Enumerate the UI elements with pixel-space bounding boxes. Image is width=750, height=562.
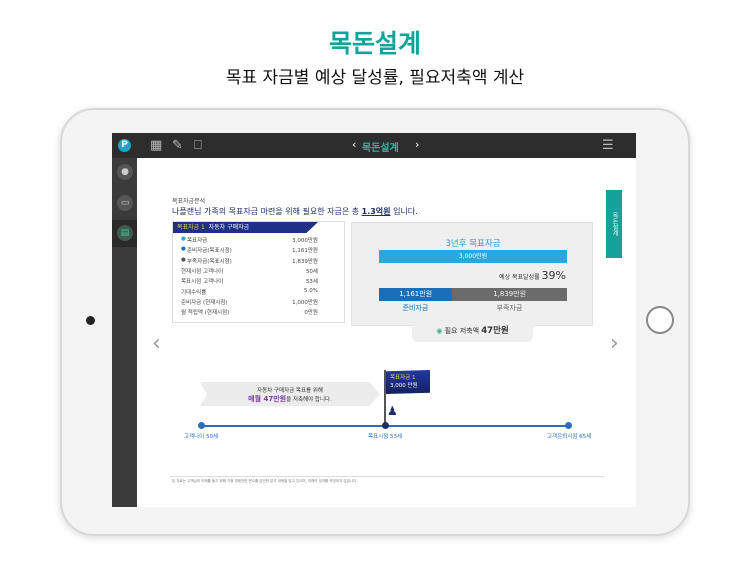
goal-table-row: ● 목표자금 3,000만원 — [173, 236, 346, 246]
summary-suffix: 입니다. — [390, 207, 418, 216]
profile-icon[interactable]: ● — [117, 164, 133, 180]
prepared-label: 준비자금 — [402, 304, 429, 312]
row-value: 5.0% — [304, 287, 318, 294]
flag-pole — [384, 370, 386, 426]
rate-value: 39% — [541, 269, 566, 282]
presentation-icon[interactable]: ▭ — [117, 195, 133, 211]
row-value: 1,839만원 — [292, 258, 318, 265]
summary-amount: 1.3억원 — [361, 207, 391, 216]
flag-amount: 3,000 만원 — [390, 383, 418, 389]
subheadline: 목표 자금별 예상 달성률, 필요저축액 계산 — [225, 68, 525, 88]
goal-table-row: 기대수익률 5.0% — [173, 288, 346, 298]
pen-icon[interactable]: ✎ — [172, 138, 183, 153]
row-label: 부족자금(목표시점) — [187, 258, 232, 265]
app-logo-icon[interactable]: P — [118, 139, 131, 152]
needed-savings: ◉ 필요 저축액 47만원 — [412, 323, 533, 342]
row-label: 목표시점 고객나이 — [181, 279, 224, 286]
row-label: 현재시점 고객나이 — [181, 268, 224, 275]
goal-flag: 목표자금 1 3,000 만원 — [386, 370, 430, 394]
next-page-arrow[interactable]: › — [610, 331, 619, 356]
camera-icon — [86, 316, 95, 325]
divider — [170, 476, 604, 477]
shortfall-label: 부족자금 — [496, 304, 523, 312]
side-tab[interactable]: 목돈설계 — [606, 190, 622, 258]
row-value: 53세 — [305, 279, 318, 286]
goal-table-row: 월 적립액 (현재시점) 0만원 — [173, 308, 346, 318]
goal-table-row: 현재시점 고객나이 50세 — [173, 267, 346, 277]
goal-title: 자동차 구매자금 — [208, 224, 250, 231]
shortfall-bar: 1,839만원 — [493, 290, 527, 298]
row-label: 준비자금(목표시점) — [187, 248, 232, 255]
prepared-bar: 1,161만원 — [379, 288, 453, 301]
achievement-rate: 예상 목표달성률 39% — [499, 269, 566, 282]
callout-line1: 자동차 구매자금 목표를 위해 — [257, 388, 323, 394]
timeline-callout: 자동차 구매자금 목표를 위해 매월 47만원을 저축해야 합니다. — [200, 382, 380, 406]
timeline-label-start: 고객나이 50세 — [184, 434, 219, 440]
split-bar: 1,161만원 1,839만원 — [379, 288, 567, 301]
sidebar: ● ▭ ▤ — [112, 158, 137, 507]
summary-prefix: 나플랜님 가족의 목표자금 마련을 위해 필요한 자금은 총 — [172, 207, 362, 216]
rate-label: 예상 목표달성률 — [499, 274, 540, 281]
next-chevron-icon[interactable]: › — [415, 138, 419, 151]
headline: 목돈설계 — [328, 29, 421, 58]
goal-table-row: ● 부족자금(목표시점) 1,839만원 — [173, 257, 346, 267]
needed-value: 47만원 — [481, 326, 509, 336]
goal-table-row: ● 준비자금(목표시점) 1,161만원 — [173, 246, 346, 256]
timeline-label-retire: 고객은퇴시점 65세 — [547, 434, 592, 440]
row-value: 1,000만원 — [292, 299, 318, 306]
summary-text: 나플랜님 가족의 목표자금 마련을 위해 필요한 자금은 총 1.3억원 입니다… — [172, 206, 418, 217]
goal-table-header: 목표자금 1 자동차 구매자금 — [173, 222, 318, 233]
bullet-dot-icon: ● — [181, 246, 186, 253]
bullet-dot-icon: ● — [181, 256, 186, 263]
coins-icon: ◉ — [436, 327, 443, 335]
needed-label: 필요 저축액 — [444, 327, 480, 335]
row-label: 월 적립액 (현재시점) — [181, 310, 230, 317]
home-button[interactable] — [646, 306, 674, 334]
goal-chart: 3년후 목표자금 3,000만원 예상 목표달성률 39% 1,161만원 1,… — [351, 222, 593, 326]
bookmark-icon[interactable]: ⎕ — [194, 138, 202, 153]
prev-chevron-icon[interactable]: ‹ — [352, 138, 356, 151]
grid-icon[interactable]: ▦ — [150, 138, 162, 153]
goal-table-row: 목표시점 고객나이 53세 — [173, 277, 346, 287]
row-value: 50세 — [305, 268, 318, 275]
top-bar: P ▦ ✎ ⎕ ‹ 목돈설계 › ☰ — [112, 133, 636, 158]
target-bar: 3,000만원 — [379, 250, 567, 263]
calculator-icon[interactable]: ▤ — [117, 225, 133, 241]
footnote: 본 자료는 고객님의 이해를 돕기 위해 가정 경제전망 변수를 감안한 분석 … — [172, 479, 358, 483]
timeline-dot-goal — [382, 422, 389, 429]
goal-tag: 목표자금 1 — [177, 224, 205, 231]
timeline-dot-retire — [565, 422, 572, 429]
row-value: 3,000만원 — [292, 238, 318, 244]
flag-tag: 목표자금 1 — [390, 375, 416, 381]
menu-list-icon[interactable]: ☰ — [602, 138, 614, 153]
callout-rest: 을 저축해야 합니다. — [286, 397, 332, 403]
row-label: 목표자금 — [187, 238, 208, 244]
timeline-dot-start — [198, 422, 205, 429]
row-label: 기대수익률 — [181, 289, 207, 296]
prev-page-arrow[interactable]: ‹ — [152, 331, 161, 356]
app-screen: P ▦ ✎ ⎕ ‹ 목돈설계 › ☰ ● ▭ ▤ 목돈설계 목표자금분석 나플랜… — [112, 133, 636, 507]
section-label: 목표자금분석 — [172, 198, 206, 205]
person-icon: ♟ — [387, 404, 398, 418]
timeline-label-goal: 목표시점 53세 — [368, 434, 403, 440]
goal-table-row: 준비자금 (현재시점) 1,000만원 — [173, 298, 346, 308]
row-value: 0만원 — [304, 310, 318, 317]
bullet-dot-icon: ● — [181, 236, 186, 242]
row-value: 1,161만원 — [292, 248, 318, 255]
chart-title: 3년후 목표자금 — [445, 239, 501, 249]
row-label: 준비자금 (현재시점) — [181, 299, 228, 306]
callout-highlight: 매월 47만원 — [248, 395, 287, 403]
goal-table: 목표자금 1 자동차 구매자금 ● 목표자금 3,000만원 ● 준비자금(목표시점) 1… — [172, 221, 345, 323]
nav-title: 목돈설계 — [362, 143, 399, 154]
